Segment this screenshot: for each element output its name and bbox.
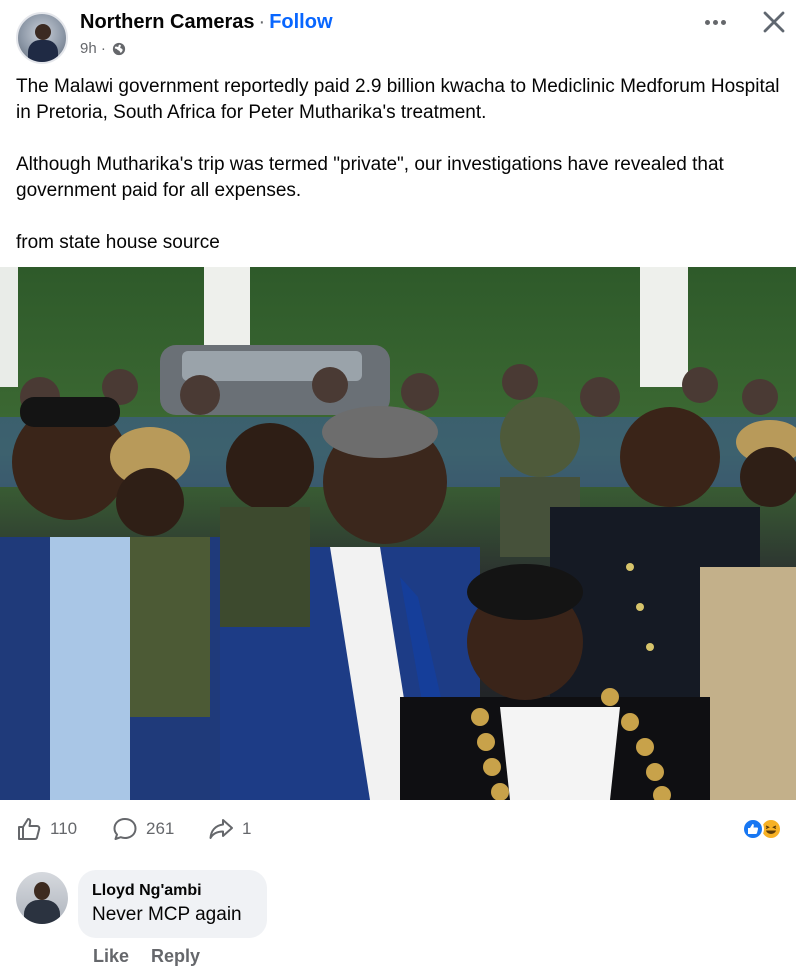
commenter-avatar-head — [34, 882, 50, 900]
crowd-photo-illustration — [0, 267, 796, 800]
follow-button[interactable]: Follow — [269, 11, 332, 33]
page-avatar[interactable] — [16, 12, 68, 64]
commenter-avatar-body — [24, 900, 60, 924]
post-paragraph: Although Mutharika's trip was termed "pr… — [16, 154, 724, 201]
name-separator: · — [258, 11, 266, 33]
post-body: The Malawi government reportedly paid 2.… — [16, 74, 786, 256]
reaction-summary[interactable] — [742, 818, 786, 842]
post-meta: 9h · — [80, 40, 126, 57]
commenter-avatar[interactable] — [16, 872, 68, 924]
author-name[interactable]: Northern Cameras — [80, 11, 255, 33]
post-time[interactable]: 9h · — [80, 40, 106, 57]
thumbs-up-icon — [18, 818, 41, 840]
post-photo[interactable] — [0, 267, 796, 800]
like-count: 110 — [50, 819, 78, 838]
globe-icon — [112, 42, 125, 55]
share-count: 1 — [242, 819, 252, 838]
comment-like-button[interactable]: Like — [93, 946, 129, 967]
share-action[interactable]: 1 — [208, 816, 251, 842]
share-icon — [209, 819, 233, 839]
author-row: Northern Cameras · Follow — [80, 11, 333, 34]
comment-item: Lloyd Ng'ambi Never MCP again Like Reply — [0, 868, 796, 972]
reaction-bar: 110 261 1 — [0, 810, 796, 850]
avatar-head — [35, 24, 51, 40]
comment-count: 261 — [146, 819, 175, 838]
avatar-body — [28, 40, 58, 62]
post-header: Northern Cameras · Follow 9h · — [0, 0, 796, 66]
post-paragraph: The Malawi government reportedly paid 2.… — [16, 76, 780, 123]
like-action[interactable]: 110 — [16, 816, 77, 842]
comment-action[interactable]: 261 — [112, 816, 174, 842]
comment-icon — [113, 818, 137, 840]
like-reaction-icon — [742, 818, 764, 840]
comment-actions: Like Reply — [93, 946, 200, 967]
more-icon[interactable] — [700, 10, 730, 34]
comment-bubble: Lloyd Ng'ambi Never MCP again — [78, 870, 267, 938]
comment-text: Never MCP again — [92, 904, 242, 925]
post-paragraph: from state house source — [16, 232, 220, 253]
commenter-name[interactable]: Lloyd Ng'ambi — [92, 880, 253, 902]
comment-reply-button[interactable]: Reply — [151, 946, 200, 967]
close-icon[interactable] — [760, 8, 788, 36]
